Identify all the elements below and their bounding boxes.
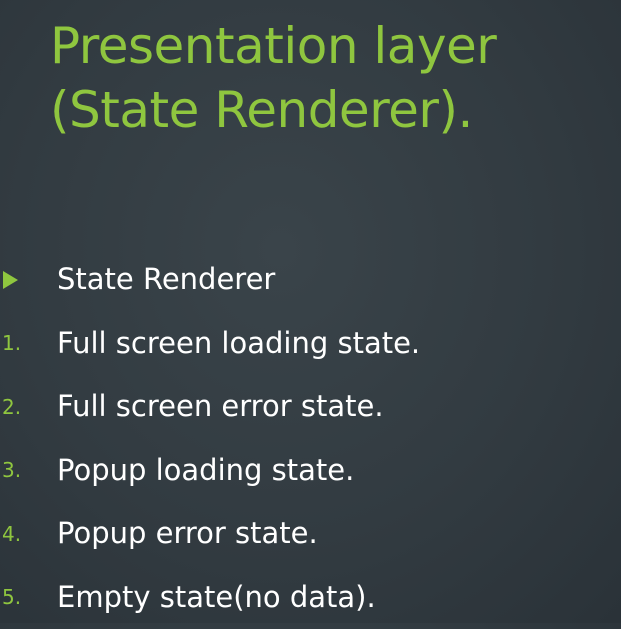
list-number: 4.: [2, 524, 42, 544]
list-number: 5.: [2, 587, 42, 607]
list-number: 1.: [2, 333, 42, 353]
list-item-text: Popup loading state.: [57, 456, 354, 485]
triangle-bullet-icon: [3, 271, 18, 289]
list-item-text: State Renderer: [57, 265, 275, 294]
list-item-state-renderer: State Renderer: [0, 248, 621, 312]
list-item-5: 5. Empty state(no data).: [0, 566, 621, 629]
list-item-3: 3. Popup loading state.: [0, 439, 621, 503]
slide-title-line-1: Presentation layer: [50, 14, 610, 78]
list-item-text: Full screen error state.: [57, 392, 384, 421]
slide-title-line-2: (State Renderer).: [50, 78, 610, 142]
bullet-list: State Renderer 1. Full screen loading st…: [0, 248, 621, 629]
list-item-2: 2. Full screen error state.: [0, 375, 621, 439]
list-item-text: Empty state(no data).: [57, 583, 376, 612]
slide-title: Presentation layer (State Renderer).: [50, 14, 610, 142]
list-item-text: Popup error state.: [57, 519, 318, 548]
list-item-4: 4. Popup error state.: [0, 502, 621, 566]
list-number: 3.: [2, 460, 42, 480]
list-number: 2.: [2, 397, 42, 417]
list-item-text: Full screen loading state.: [57, 329, 420, 358]
list-item-1: 1. Full screen loading state.: [0, 312, 621, 376]
